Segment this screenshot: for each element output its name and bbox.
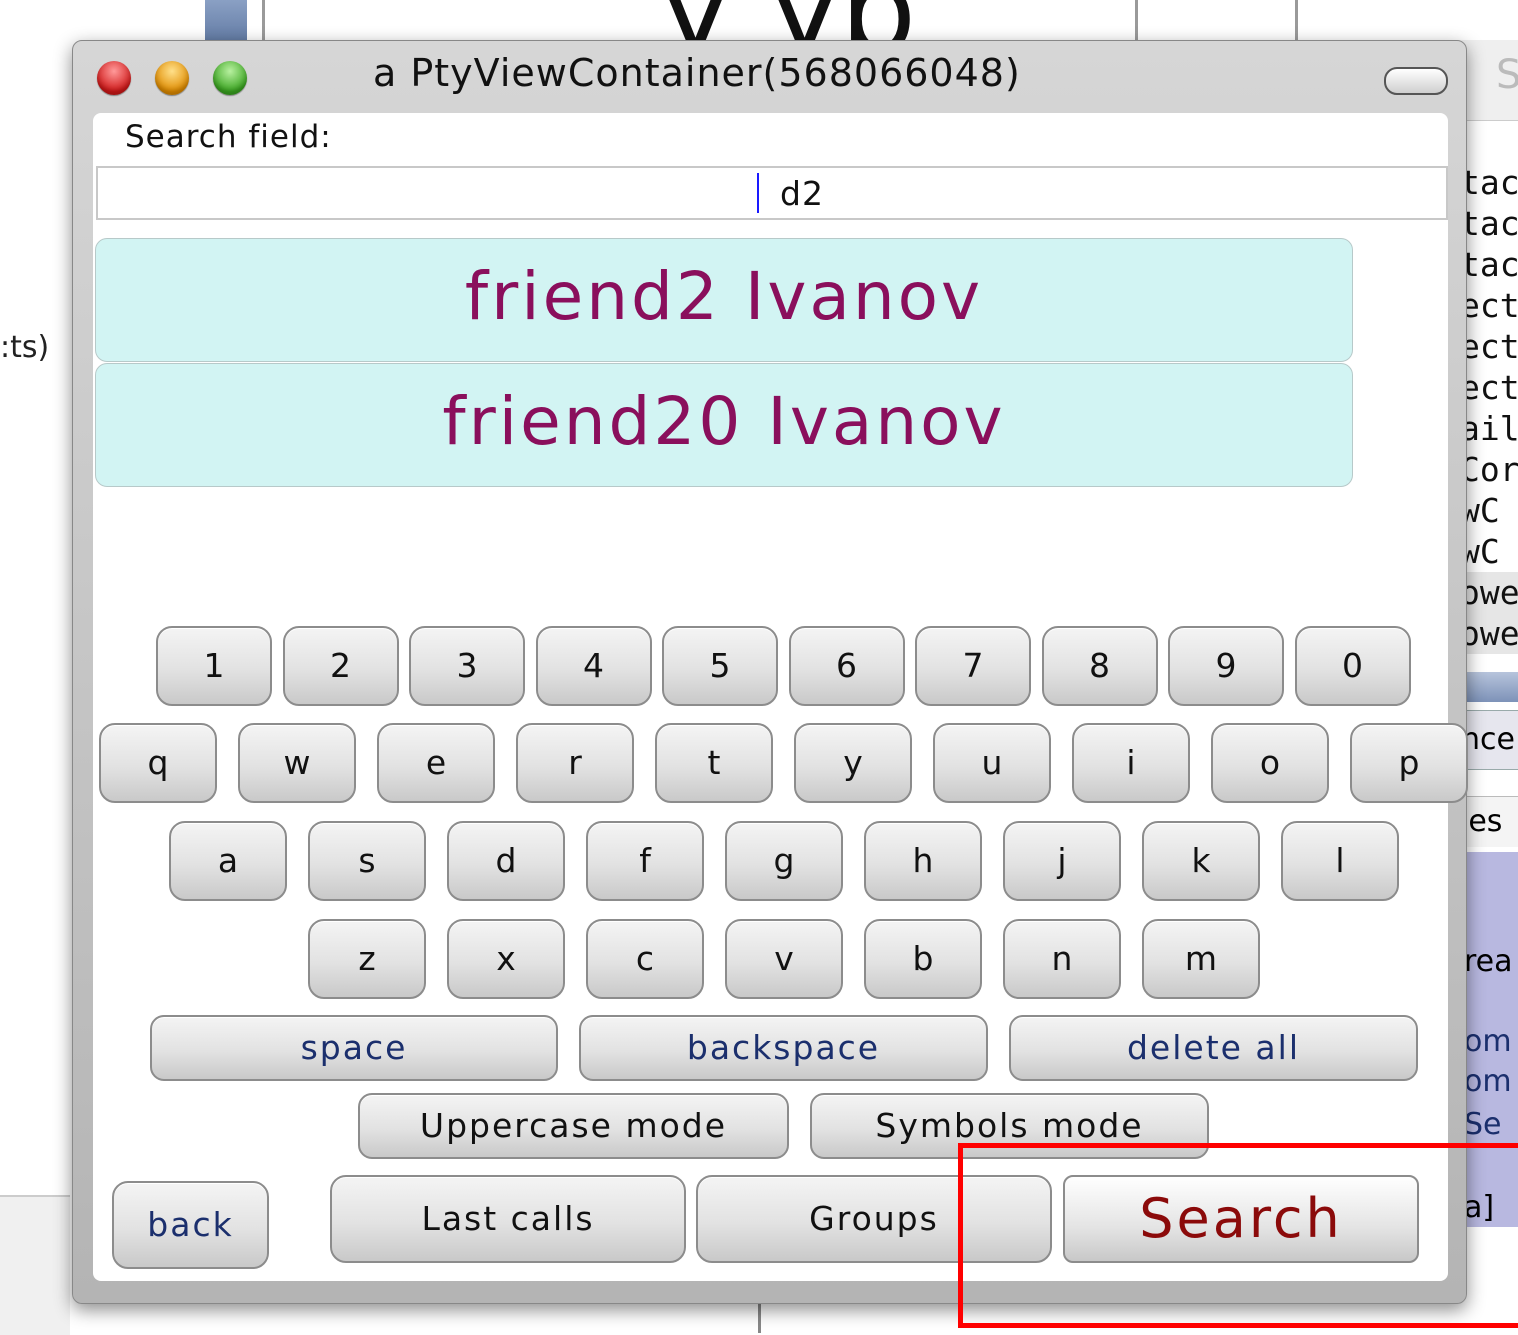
backspace-key[interactable]: backspace xyxy=(579,1015,988,1081)
key-h[interactable]: h xyxy=(864,821,982,901)
key-w[interactable]: w xyxy=(238,723,356,803)
groups-button[interactable]: Groups xyxy=(696,1175,1052,1263)
key-a[interactable]: a xyxy=(169,821,287,901)
key-n[interactable]: n xyxy=(1003,919,1121,999)
key-i[interactable]: i xyxy=(1072,723,1190,803)
toolbar-toggle-button[interactable] xyxy=(1384,67,1448,95)
key-e[interactable]: e xyxy=(377,723,495,803)
uppercase-mode-button[interactable]: Uppercase mode xyxy=(358,1093,789,1159)
key-j[interactable]: j xyxy=(1003,821,1121,901)
background-left-text: :ts) xyxy=(0,330,50,365)
text-caret xyxy=(757,173,759,213)
key-g[interactable]: g xyxy=(725,821,843,901)
key-z[interactable]: z xyxy=(308,919,426,999)
key-m[interactable]: m xyxy=(1142,919,1260,999)
key-b[interactable]: b xyxy=(864,919,982,999)
key-k[interactable]: k xyxy=(1142,821,1260,901)
key-3[interactable]: 3 xyxy=(409,626,525,706)
background-blue-panel: rea om om Se a] xyxy=(1460,852,1518,1227)
background-divider xyxy=(1135,0,1138,40)
key-v[interactable]: v xyxy=(725,919,843,999)
search-button[interactable]: Search xyxy=(1063,1175,1419,1263)
close-icon[interactable] xyxy=(97,61,131,95)
key-9[interactable]: 9 xyxy=(1168,626,1284,706)
last-calls-button[interactable]: Last calls xyxy=(330,1175,686,1263)
background-divider xyxy=(262,0,265,40)
key-1[interactable]: 1 xyxy=(156,626,272,706)
key-f[interactable]: f xyxy=(586,821,704,901)
key-x[interactable]: x xyxy=(447,919,565,999)
background-tab: nce xyxy=(1460,710,1518,770)
background-left-panel xyxy=(0,1195,70,1335)
search-field-label: Search field: xyxy=(125,119,332,155)
minimize-icon[interactable] xyxy=(155,61,189,95)
symbols-mode-button[interactable]: Symbols mode xyxy=(810,1093,1209,1159)
space-key[interactable]: space xyxy=(150,1015,558,1081)
back-button[interactable]: back xyxy=(112,1181,269,1269)
key-l[interactable]: l xyxy=(1281,821,1399,901)
background-tab: les xyxy=(1460,796,1518,847)
title-bar[interactable]: a PtyViewContainer(568066048) xyxy=(73,41,1466,113)
background-scrollbar xyxy=(1460,672,1518,702)
result-item[interactable]: friend20 Ivanov xyxy=(95,363,1353,487)
key-c[interactable]: c xyxy=(586,919,704,999)
result-item[interactable]: friend2 Ivanov xyxy=(95,238,1353,362)
key-o[interactable]: o xyxy=(1211,723,1329,803)
key-s[interactable]: s xyxy=(308,821,426,901)
search-input[interactable] xyxy=(96,166,1448,220)
key-0[interactable]: 0 xyxy=(1294,626,1411,706)
key-2[interactable]: 2 xyxy=(282,626,399,706)
key-7[interactable]: 7 xyxy=(915,626,1031,706)
key-t[interactable]: t xyxy=(655,723,773,803)
dialog-content: Search field: friend2 Ivanov friend20 Iv… xyxy=(93,113,1468,1281)
key-y[interactable]: y xyxy=(794,723,912,803)
key-5[interactable]: 5 xyxy=(662,626,778,706)
key-p[interactable]: p xyxy=(1350,723,1468,803)
key-4[interactable]: 4 xyxy=(535,626,652,706)
key-u[interactable]: u xyxy=(933,723,1051,803)
key-8[interactable]: 8 xyxy=(1041,626,1158,706)
delete-all-key[interactable]: delete all xyxy=(1009,1015,1418,1081)
key-6[interactable]: 6 xyxy=(788,626,905,706)
pty-view-container-window: a PtyViewContainer(568066048) Search fie… xyxy=(72,40,1468,1304)
key-q[interactable]: q xyxy=(99,723,217,803)
window-title: a PtyViewContainer(568066048) xyxy=(373,51,1021,95)
zoom-icon[interactable] xyxy=(213,61,247,95)
background-divider xyxy=(1295,0,1298,40)
key-r[interactable]: r xyxy=(516,723,634,803)
key-d[interactable]: d xyxy=(447,821,565,901)
